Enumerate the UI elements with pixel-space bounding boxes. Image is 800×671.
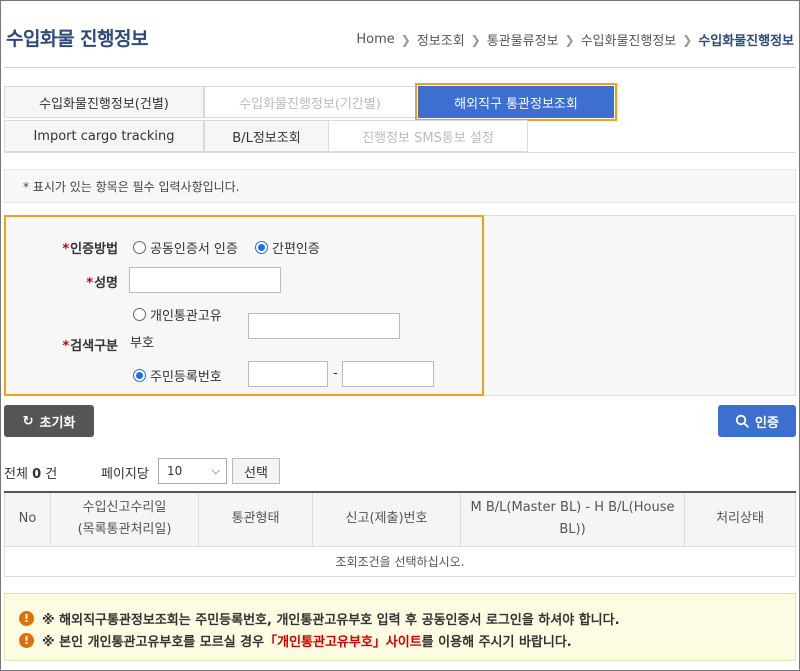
page-title: 수입화물 진행정보	[6, 28, 148, 50]
customs-code-site-link[interactable]: 「개인통관고유부호」사이트	[264, 631, 422, 650]
chevron-down-icon: ⌵	[211, 464, 220, 477]
warning-line: ! ※ 해외직구통관정보조회는 주민등록번호, 개인통관고유부호 입력 후 공동…	[19, 607, 795, 629]
resident-number-front-input[interactable]	[248, 361, 328, 387]
breadcrumb-home[interactable]: Home	[356, 32, 394, 47]
auth-method-label: *인증방법	[62, 242, 118, 257]
chevron-right-icon: ❯	[682, 32, 693, 47]
warning-box: ! ※ 해외직구통관정보조회는 주민등록번호, 개인통관고유부호 입력 후 공동…	[4, 593, 796, 661]
radio-customs-code[interactable]: 개인통관고유	[133, 305, 222, 324]
name-label: *성명	[86, 276, 118, 291]
refresh-icon: ↻	[22, 413, 34, 429]
required-notice: * 표시가 있는 항목은 필수 입력사항입니다.	[4, 169, 796, 203]
customs-code-label-cont: 부호	[130, 336, 154, 351]
col-clearance-type: 통관형태	[198, 491, 313, 547]
header-divider	[4, 67, 796, 68]
col-status: 처리상태	[684, 491, 796, 547]
chevron-right-icon: ❯	[564, 32, 575, 47]
col-no: No	[4, 491, 51, 547]
tab-sms-setting[interactable]: 진행정보 SMS통보 설정	[328, 120, 528, 152]
chevron-right-icon: ❯	[470, 32, 481, 47]
radio-simple-auth[interactable]: 간편인증	[255, 238, 320, 257]
table-header-row: No 수입신고수리일 (목록통관처리일) 통관형태 신고(제출)번호 M B/L(…	[4, 491, 796, 547]
tab-cargo-by-case[interactable]: 수입화물진행정보(건별)	[4, 86, 204, 118]
col-accept-date: 수입신고수리일 (목록통관처리일)	[50, 491, 199, 547]
radio-button-checked[interactable]	[133, 369, 146, 382]
radio-resident-number[interactable]: 주민등록번호	[133, 366, 222, 385]
tab-overseas-purchase[interactable]: 해외직구 통관정보조회	[415, 83, 617, 121]
breadcrumb-current: 수입화물진행정보	[698, 34, 794, 49]
customs-code-input[interactable]	[248, 313, 400, 339]
col-bl-number: M B/L(Master BL) - H B/L(House BL))	[460, 491, 685, 547]
radio-button-checked[interactable]	[255, 241, 268, 254]
exclamation-icon: !	[19, 610, 34, 626]
tab-bl-info[interactable]: B/L정보조회	[204, 120, 329, 152]
name-input[interactable]	[129, 267, 281, 293]
search-icon	[735, 414, 749, 428]
search-type-label: *검색구분	[62, 339, 118, 354]
empty-message: 조회조건을 선택하십시오.	[4, 545, 796, 577]
radio-button[interactable]	[133, 308, 146, 321]
radio-cert-auth[interactable]: 공동인증서 인증	[133, 238, 238, 257]
per-page-label: 페이지당	[101, 467, 149, 482]
col-declaration-number: 신고(제출)번호	[312, 491, 461, 547]
reset-button[interactable]: ↻ 초기화	[4, 405, 94, 437]
auth-button[interactable]: 인증	[718, 405, 796, 437]
table-row: 조회조건을 선택하십시오.	[4, 545, 796, 577]
total-count: 전체 0 건	[4, 467, 58, 482]
breadcrumb-info[interactable]: 정보조회	[417, 30, 465, 49]
tab-cargo-by-period[interactable]: 수입화물진행정보(기간별)	[204, 86, 416, 118]
select-button[interactable]: 선택	[232, 458, 280, 484]
results-table: No 수입신고수리일 (목록통관처리일) 통관형태 신고(제출)번호 M B/L(…	[4, 491, 796, 577]
breadcrumb: Home ❯ 정보조회 ❯ 통관물류정보 ❯ 수입화물진행정보 ❯ 수입화물진행…	[356, 30, 794, 49]
tabs-divider	[4, 152, 796, 153]
per-page-select[interactable]: 10 ⌵	[158, 458, 227, 484]
chevron-right-icon: ❯	[400, 32, 411, 47]
breadcrumb-cargo[interactable]: 수입화물진행정보	[581, 30, 677, 49]
breadcrumb-logistics[interactable]: 통관물류정보	[487, 30, 559, 49]
exclamation-icon: !	[19, 632, 34, 648]
resident-number-dash: -	[333, 366, 338, 381]
radio-button[interactable]	[133, 241, 146, 254]
tab-import-cargo-tracking[interactable]: Import cargo tracking	[4, 120, 204, 152]
warning-line: ! ※ 본인 개인통관고유부호를 모르실 경우 「개인통관고유부호」사이트 를 …	[19, 629, 795, 651]
resident-number-back-input[interactable]	[342, 361, 434, 387]
